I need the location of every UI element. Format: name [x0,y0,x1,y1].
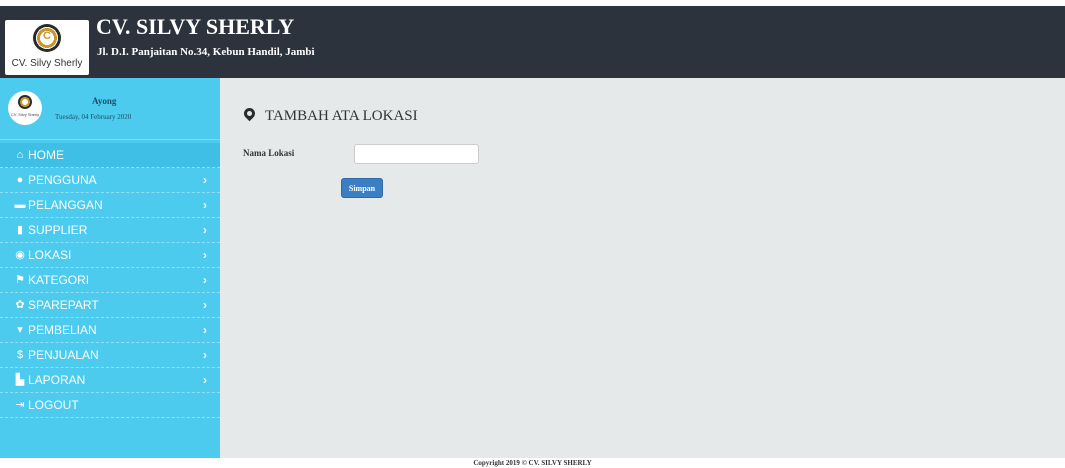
sidebar-item-label: PELANGGAN [28,198,103,212]
company-logo[interactable]: C CV. Silvy Sherly [5,20,89,75]
company-name: CV. SILVY SHERLY [96,14,295,39]
map-marker-icon: ◉ [15,249,25,261]
shopping-cart-icon: ▾ [17,324,23,336]
main-content: TAMBAH ATA LOKASI Nama Lokasi Simpan [220,78,1065,458]
chevron-right-icon: › [203,198,207,212]
simpan-button[interactable]: Simpan [341,178,383,198]
sidebar-item-label: LOGOUT [28,398,79,412]
chevron-right-icon: › [203,273,207,287]
chevron-right-icon: › [203,348,207,362]
chevron-right-icon: › [203,323,207,337]
sidebar-item-label: PEMBELIAN [28,323,97,337]
dollar-icon: $ [16,349,24,361]
map-marker-icon [241,105,258,122]
cog-icon: ✿ [15,299,25,311]
sidebar-item-lokasi[interactable]: ◉ LOKASI › [0,243,220,268]
avatar-logo-icon [18,95,32,109]
nama-lokasi-label: Nama Lokasi [243,148,295,158]
sidebar-item-sparepart[interactable]: ✿ SPAREPART › [0,293,220,318]
user-name: Ayong [92,96,117,106]
sidebar-item-supplier[interactable]: ▮ SUPPLIER › [0,218,220,243]
sidebar-item-label: SPAREPART [28,298,99,312]
avatar: CV. Silvy Sherly [8,91,42,125]
sidebar-item-logout[interactable]: ⇥ LOGOUT [0,393,220,418]
sidebar-item-label: PENJUALAN [28,348,99,362]
sidebar-item-penjualan[interactable]: $ PENJUALAN › [0,343,220,368]
nama-lokasi-input[interactable] [354,144,479,164]
company-address: Jl. D.I. Panjaitan No.34, Kebun Handil, … [97,46,315,58]
avatar-text: CV. Silvy Sherly [10,112,40,117]
sidebar-item-pelanggan[interactable]: ▬ PELANGGAN › [0,193,220,218]
logo-text: CV. Silvy Sherly [11,58,83,69]
chevron-right-icon: › [203,173,207,187]
chevron-right-icon: › [203,223,207,237]
logout-icon: ⇥ [15,399,25,411]
logo-emblem-icon: C [33,24,61,52]
page-title: TAMBAH ATA LOKASI [241,105,418,125]
sidebar-menu: ⌂ HOME ● PENGGUNA › ▬ PELANGGAN › ▮ SUPPLIER › ◉ LOK… [0,143,220,418]
briefcase-icon: ▬ [14,199,26,211]
sidebar: CV. Silvy Sherly Ayong Tuesday, 04 Febru… [0,78,220,458]
sidebar-item-label: SUPPLIER [28,223,88,237]
top-header: C CV. Silvy Sherly CV. SILVY SHERLY Jl. … [0,6,1065,78]
sidebar-item-label: LAPORAN [28,373,86,387]
sidebar-item-label: LOKASI [28,248,72,262]
sidebar-item-home[interactable]: ⌂ HOME [0,143,220,168]
file-icon: ▙ [15,374,25,386]
sidebar-item-label: HOME [28,148,64,162]
home-icon: ⌂ [16,149,24,161]
sidebar-item-kategori[interactable]: ⚑ KATEGORI › [0,268,220,293]
current-date: Tuesday, 04 February 2020 [55,113,132,121]
page-title-text: TAMBAH ATA LOKASI [265,108,418,124]
sidebar-item-pengguna[interactable]: ● PENGGUNA › [0,168,220,193]
chevron-right-icon: › [203,373,207,387]
sidebar-item-label: KATEGORI [28,273,90,287]
user-panel: CV. Silvy Sherly Ayong Tuesday, 04 Febru… [0,78,220,140]
chevron-right-icon: › [203,248,207,262]
flag-icon: ⚑ [15,274,25,286]
sidebar-item-laporan[interactable]: ▙ LAPORAN › [0,368,220,393]
sidebar-item-label: PENGGUNA [28,173,97,187]
sidebar-item-pembelian[interactable]: ▾ PEMBELIAN › [0,318,220,343]
user-icon: ● [16,174,24,186]
footer-copyright: Copyright 2019 © CV. SILVY SHERLY [473,459,592,467]
bookmark-icon: ▮ [16,224,24,236]
chevron-right-icon: › [203,298,207,312]
